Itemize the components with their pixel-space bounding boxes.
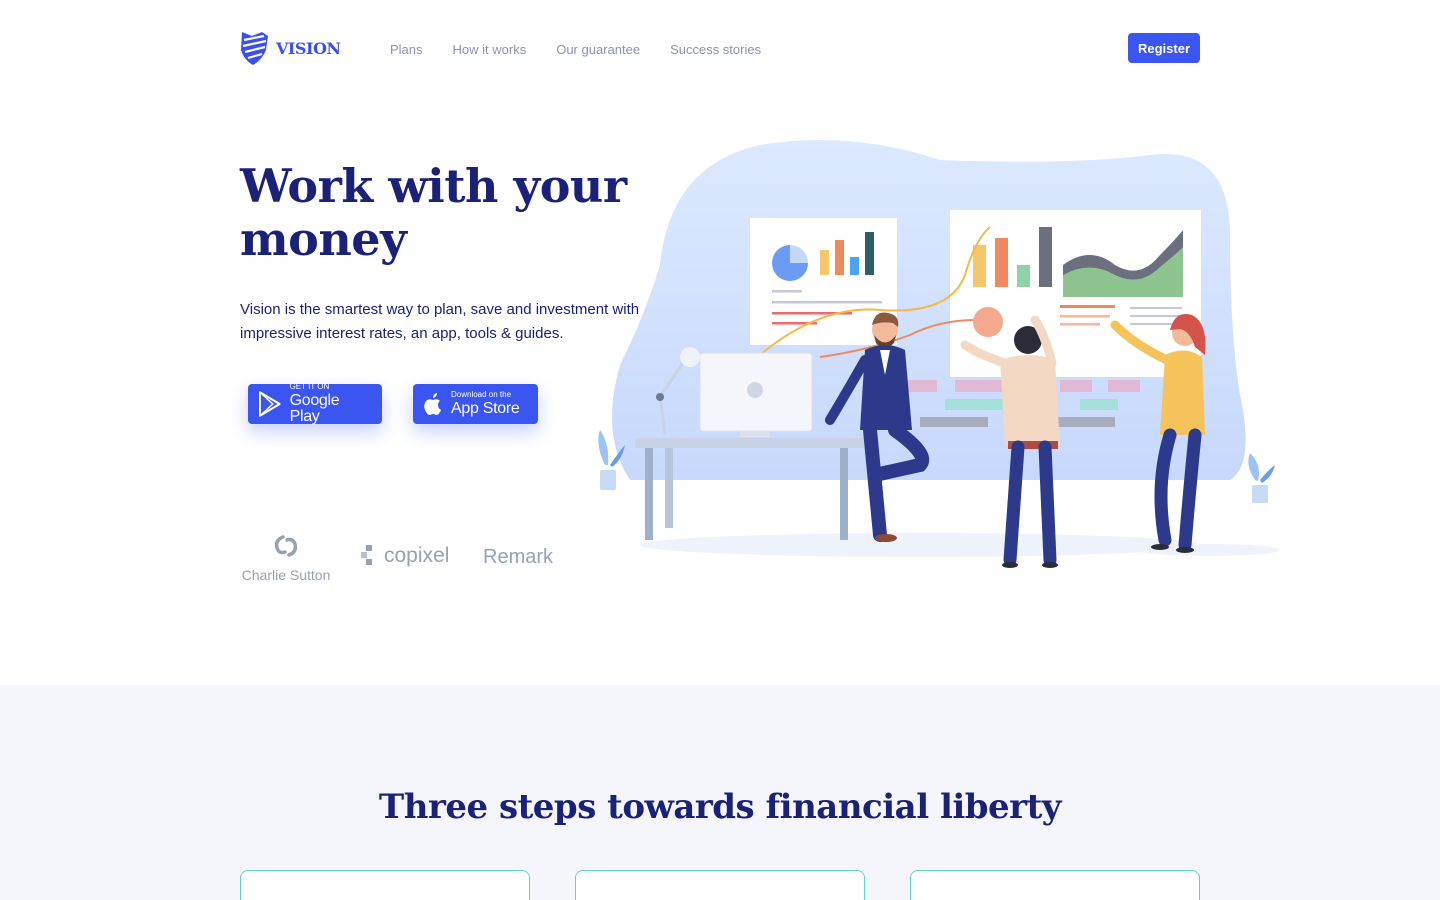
main-nav: Plans How it works Our guarantee Success… [390, 42, 761, 57]
step-card [910, 870, 1200, 900]
google-play-small-label: GET IT ON [289, 382, 330, 391]
nav-link-success-stories[interactable]: Success stories [670, 42, 761, 57]
google-play-button[interactable]: GET IT ON Google Play [248, 383, 382, 425]
copixel-logo-icon [361, 545, 372, 565]
register-button[interactable]: Register [1128, 33, 1200, 63]
nav-link-plans[interactable]: Plans [390, 42, 423, 57]
site-header: VISION Plans How it works Our guarantee … [0, 0, 1440, 100]
charlie-sutton-logo-icon [274, 535, 298, 557]
app-store-button[interactable]: Download on the App Store [413, 384, 538, 424]
landing-page: VISION Plans How it works Our guarantee … [0, 0, 1440, 900]
apple-icon [424, 393, 441, 415]
app-store-text: Download on the App Store [451, 390, 520, 417]
google-play-text: GET IT ON Google Play [290, 383, 372, 425]
team-analyzing-charts-illustration [598, 140, 1280, 568]
steps-section-title: Three steps towards financial liberty [378, 787, 1062, 827]
google-play-big-label: Google Play [289, 392, 340, 425]
brand-logo[interactable]: VISION [240, 30, 341, 66]
partner-remark: Remark [483, 546, 553, 569]
app-store-big-label: App Store [451, 400, 520, 417]
partner-copixel: copixel [360, 544, 449, 568]
shield-stripes-icon [241, 32, 268, 65]
nav-link-how-it-works[interactable]: How it works [453, 42, 527, 57]
partner-charlie-sutton: Charlie Sutton [240, 534, 332, 583]
step-card [240, 870, 530, 900]
partner-name-charlie-sutton: Charlie Sutton [241, 567, 331, 583]
google-play-icon [258, 391, 281, 417]
partner-name-remark: Remark [483, 546, 554, 568]
partner-name-copixel: copixel [384, 544, 450, 567]
nav-link-our-guarantee[interactable]: Our guarantee [556, 42, 640, 57]
step-card [575, 870, 865, 900]
app-store-small-label: Download on the [451, 390, 512, 399]
brand-name: VISION [276, 38, 341, 58]
